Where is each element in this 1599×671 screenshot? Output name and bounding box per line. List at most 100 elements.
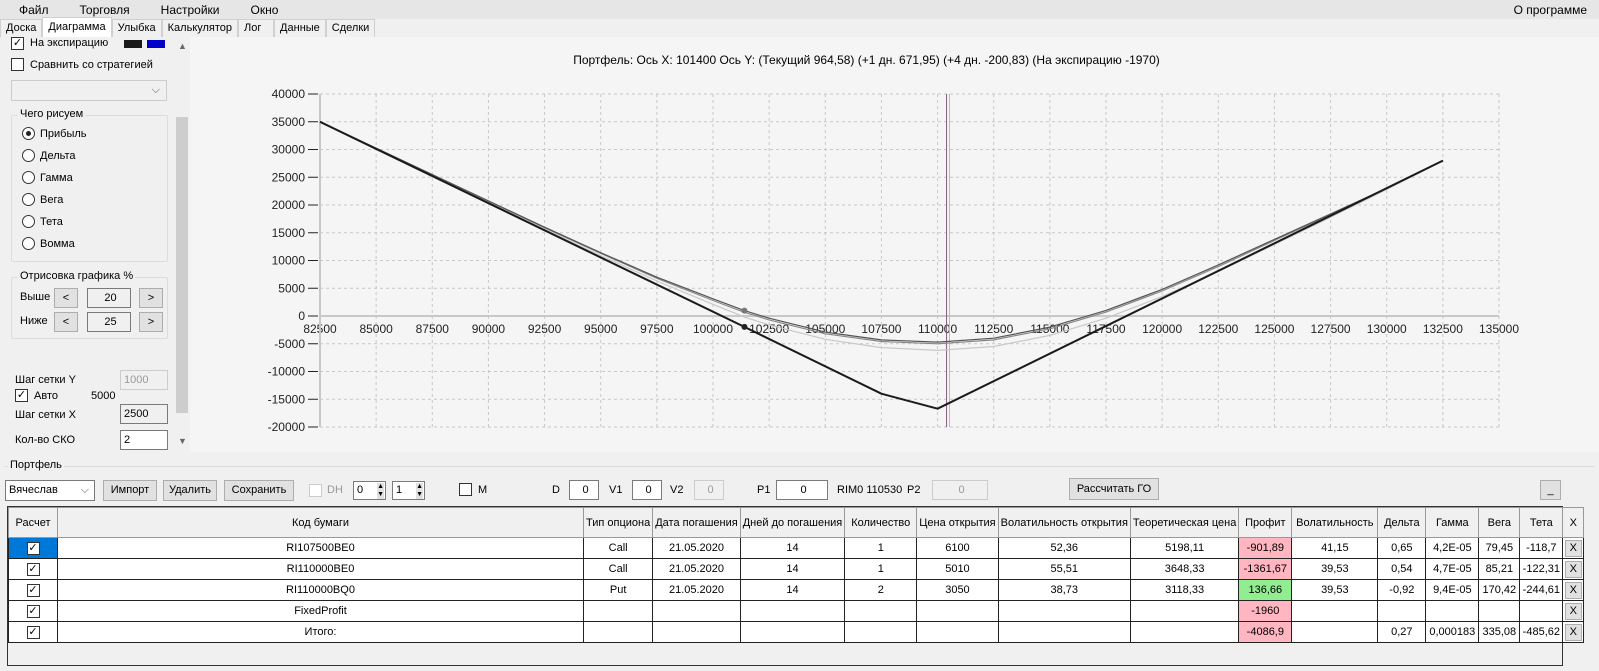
auto-checkbox[interactable]: ✓ (15, 389, 28, 402)
tab-calculator[interactable]: Калькулятор (161, 19, 239, 38)
draw-option-radio[interactable] (22, 149, 35, 162)
column-header[interactable]: Количество (844, 507, 918, 538)
import-button[interactable]: Импорт (103, 480, 157, 501)
column-header[interactable]: Волатильность открытия (997, 507, 1131, 538)
strategy-color-swatch[interactable] (147, 40, 165, 48)
minimize-button[interactable]: _ (1540, 480, 1561, 500)
chevron-down-icon: ⌵ (80, 484, 89, 496)
column-header[interactable]: X (1562, 507, 1585, 538)
spin2-input[interactable]: 1 ▲ ▼ (392, 481, 425, 500)
column-header[interactable]: Теоретическая цена (1129, 507, 1240, 538)
m-checkbox[interactable] (459, 483, 472, 496)
calc-checkbox[interactable]: ✓ (26, 541, 40, 555)
p1-input[interactable]: 0 (776, 480, 828, 500)
sko-label: Кол-во СКО (15, 434, 76, 446)
expiration-checkbox[interactable]: ✓ (11, 37, 24, 50)
column-header[interactable]: Цена открытия (916, 507, 999, 538)
cell-vol: 41,15 (1291, 537, 1379, 559)
payoff-chart[interactable]: Портфель: Ось X: 101400 Ось Y: (Текущий … (190, 37, 1599, 452)
menu-about[interactable]: О программе (1514, 3, 1587, 17)
column-header[interactable]: Дата погашения (652, 507, 741, 538)
menu-settings[interactable]: Настройки (142, 3, 232, 17)
cell-vol_open (997, 621, 1131, 643)
v2-input[interactable]: 0 (694, 480, 724, 500)
cell-vega: 335,08 (1478, 621, 1521, 643)
column-header[interactable]: Дней до погашения (739, 507, 846, 538)
cell-vol_open (997, 600, 1131, 622)
tab-data[interactable]: Данные (274, 19, 326, 38)
tab-deals[interactable]: Сделки (325, 19, 376, 38)
grid-y-input[interactable]: 1000 (120, 370, 168, 390)
table-row[interactable]: ✓ RI110000BQ0 Put 21.05.2020 14 2 3050 38,73 311… (8, 579, 1585, 601)
column-header[interactable]: Тип опциона (582, 507, 654, 538)
remove-row-button[interactable]: X (1564, 602, 1582, 620)
draw-option-radio[interactable] (22, 127, 35, 140)
cell-delta: 0,65 (1377, 537, 1427, 559)
above-decrease-button[interactable]: < (54, 288, 78, 308)
table-row[interactable]: ✓ RI107500BE0 Call 21.05.2020 14 1 6100 52,36 51… (8, 537, 1585, 559)
cell-profit: -4086,9 (1238, 621, 1293, 643)
v1-input[interactable]: 0 (632, 480, 662, 500)
below-value[interactable]: 25 (87, 312, 131, 332)
calc-checkbox[interactable]: ✓ (26, 625, 40, 639)
tab-diagram[interactable]: Диаграмма (42, 17, 112, 38)
user-select[interactable]: Вячеслав ⌵ (5, 480, 95, 501)
column-header[interactable]: Расчет (8, 507, 58, 538)
column-header[interactable]: Тета (1519, 507, 1564, 538)
calc-margin-button[interactable]: Рассчитать ГО (1069, 478, 1159, 500)
cell-code: RI110000BQ0 (57, 579, 584, 601)
below-decrease-button[interactable]: < (54, 312, 78, 332)
d-input[interactable]: 0 (569, 480, 599, 500)
menu-trading[interactable]: Торговля (61, 3, 142, 17)
column-header[interactable]: Дельта (1377, 507, 1427, 538)
menu-window[interactable]: Окно (232, 3, 291, 17)
save-button[interactable]: Сохранить (224, 480, 294, 501)
above-value[interactable]: 20 (87, 288, 131, 308)
tab-log[interactable]: Лог (238, 19, 275, 38)
grid-x-input[interactable]: 2500 (120, 404, 168, 424)
cell-qty: 1 (844, 537, 918, 559)
draw-option-label: Вомма (40, 238, 75, 250)
tab-board[interactable]: Доска (0, 19, 43, 38)
spin1-input[interactable]: 0 ▲ ▼ (353, 481, 386, 500)
dh-checkbox[interactable] (309, 484, 322, 497)
compare-checkbox[interactable] (11, 58, 24, 71)
delete-button[interactable]: Удалить (163, 480, 217, 501)
scroll-up-icon[interactable]: ▲ (178, 41, 187, 51)
calc-checkbox[interactable]: ✓ (26, 562, 40, 576)
column-header[interactable]: Волатильность (1291, 507, 1379, 538)
draw-option-radio[interactable] (22, 237, 35, 250)
strategy-select[interactable]: ⌵ (11, 80, 167, 101)
cell-theor (1129, 600, 1240, 622)
remove-row-button[interactable]: X (1564, 539, 1582, 557)
p2-input[interactable]: 0 (932, 480, 988, 500)
spinner-icon[interactable]: ▲ ▼ (377, 483, 384, 499)
spinner-icon[interactable]: ▲ ▼ (416, 483, 423, 499)
column-header[interactable]: Код бумаги (57, 507, 584, 538)
draw-option-radio[interactable] (22, 193, 35, 206)
cell-gamma: 4,2E-05 (1425, 537, 1480, 559)
tab-smile[interactable]: Улыбка (111, 19, 162, 38)
scroll-down-icon[interactable]: ▼ (178, 436, 187, 446)
table-row[interactable]: ✓ FixedProfit -1960 X (8, 600, 1585, 622)
table-row[interactable]: ✓ RI110000BE0 Call 21.05.2020 14 1 5010 55,51 36… (8, 558, 1585, 580)
below-increase-button[interactable]: > (139, 312, 163, 332)
calc-checkbox[interactable]: ✓ (26, 583, 40, 597)
cell-gamma: 9,4E-05 (1425, 579, 1480, 601)
settings-scrollbar[interactable]: ▲ ▼ (175, 37, 189, 452)
menu-file[interactable]: Файл (0, 3, 61, 17)
remove-row-button[interactable]: X (1564, 560, 1582, 578)
scroll-thumb[interactable] (176, 117, 188, 413)
table-row[interactable]: ✓ Итого: -4086,9 0,27 0,000183 335,08 -485,62 X (8, 621, 1585, 643)
column-header[interactable]: Профит (1238, 507, 1293, 538)
above-increase-button[interactable]: > (139, 288, 163, 308)
calc-checkbox[interactable]: ✓ (26, 604, 40, 618)
remove-row-button[interactable]: X (1564, 581, 1582, 599)
sko-input[interactable]: 2 (120, 430, 168, 450)
column-header[interactable]: Вега (1478, 507, 1521, 538)
draw-option-radio[interactable] (22, 215, 35, 228)
draw-option-radio[interactable] (22, 171, 35, 184)
remove-row-button[interactable]: X (1564, 623, 1582, 641)
column-header[interactable]: Гамма (1425, 507, 1480, 538)
expiration-color-swatch[interactable] (124, 40, 142, 48)
